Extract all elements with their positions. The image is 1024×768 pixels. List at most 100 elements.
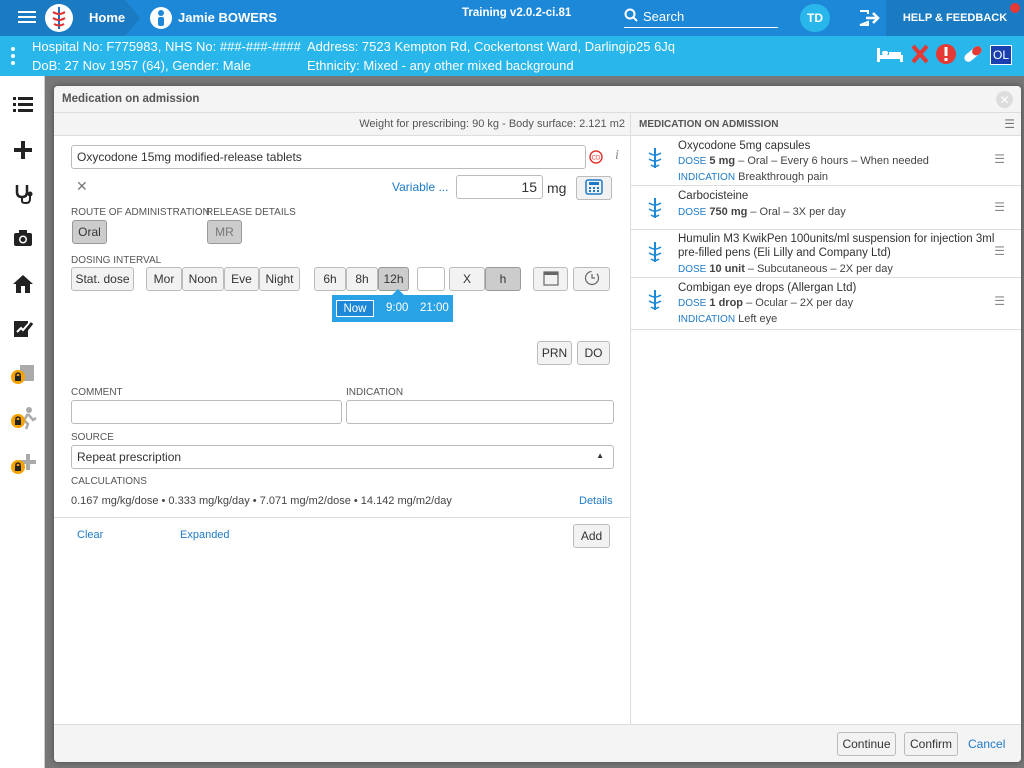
med-dose: 10 unit <box>709 263 745 275</box>
drug-input[interactable]: Oxycodone 15mg modified-release tablets <box>71 145 586 169</box>
do-button[interactable]: DO <box>577 341 610 365</box>
caret-up-icon: ▲ <box>596 451 604 460</box>
dose-label: DOSE <box>678 264 707 275</box>
locked-clipboard-icon[interactable] <box>0 352 45 396</box>
source-label: SOURCE <box>71 432 114 443</box>
interval-8h-button[interactable]: 8h <box>346 267 378 291</box>
hours-h-button[interactable]: h <box>485 267 521 291</box>
med-item[interactable]: Oxycodone 5mg capsules DOSE 5 mg – Oral … <box>631 136 1021 186</box>
modal-header: Medication on admission ✕ <box>54 86 1021 113</box>
dose-value: 15 <box>521 179 537 195</box>
calculator-button[interactable] <box>576 176 612 200</box>
dose-label: DOSE <box>678 298 707 309</box>
top-bar: Home Jamie BOWERS Training v2.0.2-ci.81 … <box>0 0 1024 36</box>
locked-add-icon[interactable] <box>0 442 45 486</box>
list-header-title: MEDICATION ON ADMISSION <box>639 119 779 130</box>
add-icon[interactable] <box>0 128 45 172</box>
search-placeholder: Search <box>643 9 685 24</box>
alert-icon[interactable] <box>935 43 957 68</box>
source-select[interactable]: Repeat prescription ▲ <box>71 445 614 469</box>
info-icon[interactable]: i <box>615 148 619 164</box>
locked-walking-icon[interactable] <box>0 396 45 440</box>
time-21-00[interactable]: 21:00 <box>420 302 449 314</box>
pill-icon[interactable] <box>961 44 985 67</box>
prn-button[interactable]: PRN <box>537 341 572 365</box>
details-link[interactable]: Details <box>579 495 613 507</box>
stethoscope-icon[interactable] <box>0 172 45 216</box>
medication-modal: Medication on admission ✕ Weight for pre… <box>54 86 1021 762</box>
home-link[interactable]: Home <box>89 10 125 25</box>
night-button[interactable]: Night <box>259 267 300 291</box>
confirm-button[interactable]: Confirm <box>904 732 958 756</box>
bed-icon[interactable] <box>876 46 904 67</box>
med-item[interactable]: Carbocisteine DOSE 750 mg – Oral – 3X pe… <box>631 186 1021 230</box>
calendar-icon <box>542 270 559 289</box>
drag-handle-icon[interactable]: ☰ <box>994 244 1005 258</box>
times-x-button[interactable]: X <box>449 267 485 291</box>
noon-button[interactable]: Noon <box>182 267 224 291</box>
more-vertical-icon[interactable] <box>10 46 16 69</box>
now-button[interactable]: Now <box>336 300 374 317</box>
calendar-button[interactable] <box>533 267 568 291</box>
add-button[interactable]: Add <box>573 524 610 548</box>
interval-12h-button[interactable]: 12h <box>378 267 409 291</box>
user-avatar[interactable]: TD <box>800 4 830 32</box>
dose-input[interactable]: 15 <box>456 175 543 199</box>
cancel-link[interactable]: Cancel <box>968 737 1005 751</box>
popup-arrow <box>392 289 404 295</box>
interval-6h-button[interactable]: 6h <box>314 267 346 291</box>
route-label: ROUTE OF ADMINISTRATION <box>71 207 210 218</box>
list-icon[interactable] <box>0 82 45 126</box>
indication-label: INDICATION <box>346 387 404 398</box>
patient-dob: DoB: 27 Nov 1957 (64), Gender: Male <box>32 58 251 73</box>
med-dose: 1 drop <box>709 297 744 309</box>
med-details: – Ocular – 2X per day <box>743 297 854 309</box>
variable-link[interactable]: Variable ... <box>392 180 448 194</box>
close-icon[interactable]: ✕ <box>996 91 1013 108</box>
continue-button[interactable]: Continue <box>837 732 896 756</box>
drug-value: Oxycodone 15mg modified-release tablets <box>77 150 302 164</box>
med-item[interactable]: Combigan eye drops (Allergan Ltd) DOSE 1… <box>631 278 1021 330</box>
stat-dose-button[interactable]: Stat. dose <box>71 267 134 291</box>
search-icon <box>624 8 638 25</box>
indication-label: INDICATION <box>678 314 736 325</box>
help-feedback-button[interactable]: HELP & FEEDBACK <box>886 0 1024 36</box>
expanded-link[interactable]: Expanded <box>180 529 230 541</box>
comment-label: COMMENT <box>71 387 123 398</box>
form-divider <box>54 517 631 518</box>
drag-handle-icon[interactable]: ☰ <box>994 294 1005 308</box>
weight-bar: Weight for prescribing: 90 kg - Body sur… <box>54 113 631 136</box>
duration-button[interactable] <box>573 267 610 291</box>
list-menu-icon[interactable]: ☰ <box>1004 117 1015 131</box>
search-input[interactable]: Search <box>624 6 778 28</box>
drag-handle-icon[interactable]: ☰ <box>994 200 1005 214</box>
time-9-00[interactable]: 9:00 <box>386 302 408 314</box>
clear-link[interactable]: Clear <box>77 529 103 541</box>
cross-alert-icon[interactable] <box>911 43 929 68</box>
caduceus-icon <box>645 288 665 315</box>
dose-label: DOSE <box>678 156 707 167</box>
ol-badge[interactable]: OL <box>990 45 1012 65</box>
logout-icon[interactable] <box>858 9 880 27</box>
clear-x-icon[interactable]: ✕ <box>76 178 88 195</box>
menu-icon[interactable] <box>18 9 36 25</box>
comment-input[interactable] <box>71 400 342 424</box>
house-icon[interactable] <box>0 262 45 306</box>
camera-icon[interactable] <box>0 216 45 260</box>
hospital-number: Hospital No: F775983, NHS No: ###-###-##… <box>32 39 301 54</box>
med-item[interactable]: Humulin M3 KwikPen 100units/ml suspensio… <box>631 230 1021 278</box>
source-value: Repeat prescription <box>77 450 182 464</box>
mor-button[interactable]: Mor <box>146 267 182 291</box>
caduceus-icon <box>645 146 665 173</box>
med-details: – Oral – 3X per day <box>747 206 846 218</box>
custom-interval-input[interactable] <box>417 267 445 291</box>
signature-icon[interactable] <box>0 306 45 350</box>
patient-ethnicity: Ethnicity: Mixed - any other mixed backg… <box>307 58 574 73</box>
release-mr-button[interactable]: MR <box>207 220 242 244</box>
drag-handle-icon[interactable]: ☰ <box>994 152 1005 166</box>
route-oral-button[interactable]: Oral <box>72 220 107 244</box>
med-name: Humulin M3 KwikPen 100units/ml suspensio… <box>678 233 995 245</box>
notification-dot <box>1010 3 1020 13</box>
indication-input[interactable] <box>346 400 614 424</box>
eve-button[interactable]: Eve <box>224 267 259 291</box>
